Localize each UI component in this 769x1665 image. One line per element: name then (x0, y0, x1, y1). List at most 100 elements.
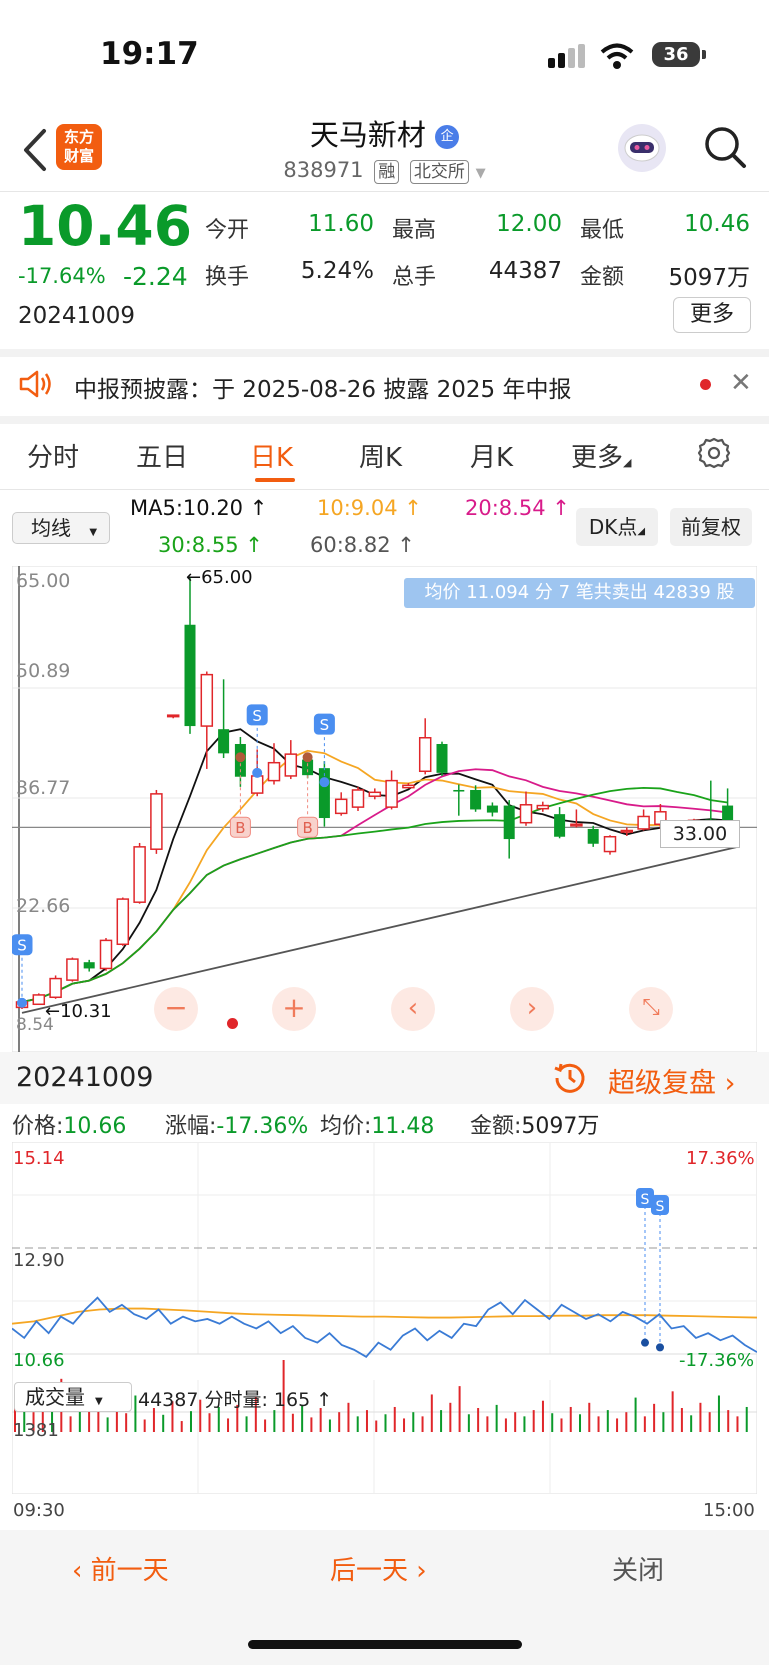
zoom-in-button[interactable]: + (272, 987, 316, 1031)
intraday-pct-top: 17.36% (686, 1148, 755, 1169)
price-label: 价格: (12, 1114, 64, 1139)
open-label: 今开 (205, 218, 250, 243)
settings-gear-icon[interactable] (697, 436, 731, 470)
kline-chart[interactable]: B B S S S (12, 566, 757, 1052)
dropdown-icon: ▼ (89, 527, 98, 538)
chevron-right-icon: › (416, 1556, 427, 1586)
prev-day-button[interactable]: ‹ 前一天 (72, 1550, 169, 1587)
pan-left-button[interactable]: ‹ (391, 987, 435, 1031)
tab-daily-k[interactable]: 日K (250, 437, 293, 474)
candle-body (99, 939, 113, 970)
high-value: 12.00 (496, 211, 562, 237)
speaker-icon (19, 370, 51, 398)
volume-bar (523, 1416, 526, 1432)
average-label: 均价: (320, 1114, 372, 1139)
more-button[interactable]: 更多 (673, 297, 751, 333)
volume-bar (532, 1410, 535, 1432)
margin-tag: 融 (374, 160, 400, 184)
intraday-chart[interactable]: SS (12, 1142, 757, 1494)
replay-label: 超级复盘 (608, 1068, 716, 1099)
candle-body (436, 743, 448, 773)
volume-info: 44387 分时量: 165 ↑ (138, 1389, 333, 1411)
history-clock-icon[interactable] (552, 1060, 588, 1096)
candle-body (267, 761, 281, 782)
active-tab-indicator (255, 478, 295, 482)
ma5-value: MA5:10.20 ↑ (130, 496, 268, 520)
change-percent: -17.64% (18, 264, 106, 288)
candle-body (570, 823, 583, 827)
kline-y-label-50: 50.89 (16, 660, 71, 682)
volume-bar (616, 1418, 619, 1432)
tab-monthly-k[interactable]: 月K (470, 437, 513, 474)
close-notice-icon[interactable]: ✕ (730, 368, 752, 398)
volume-bar (440, 1410, 443, 1432)
pan-right-button[interactable]: › (510, 987, 554, 1031)
tab-intraday[interactable]: 分时 (27, 437, 79, 474)
current-price: 10.46 (18, 194, 192, 258)
volume-bar (384, 1414, 387, 1432)
fullscreen-button[interactable]: ⤡ (629, 987, 673, 1031)
sell-letter: S (641, 1192, 650, 1208)
volume-bar (551, 1413, 554, 1432)
volume-bar (291, 1413, 294, 1432)
volume-bar (88, 1410, 91, 1432)
volume-bar (745, 1406, 748, 1432)
candle-body (284, 753, 298, 777)
wifi-icon (600, 43, 634, 69)
candle-body (334, 798, 348, 815)
stock-code: 838971 (283, 158, 364, 182)
volume-bar (458, 1386, 461, 1432)
tab-more[interactable]: 更多◢ (571, 437, 631, 474)
close-button[interactable]: 关闭 (612, 1550, 664, 1587)
dk-point-button[interactable]: DK点◢ (576, 508, 658, 546)
volume-label: 总手 (392, 265, 437, 290)
volume-bar (680, 1408, 683, 1432)
ma60-value: 60:8.82 ↑ (310, 533, 415, 557)
notice-text[interactable]: 中报预披露：于 2025-08-26 披露 2025 年中报 (74, 370, 571, 404)
volume-bar (106, 1417, 109, 1432)
ma-indicator-select[interactable]: 均线 ▼ (12, 512, 110, 544)
exchange-tag: 北交所 (409, 160, 469, 184)
volume-bar (699, 1402, 702, 1432)
amount-value: 5097万 (668, 265, 750, 291)
volume-bar (365, 1410, 368, 1432)
intraday-y-top: 15.14 (13, 1148, 65, 1169)
volume-bar (541, 1400, 544, 1432)
volume-bar (143, 1419, 146, 1432)
change-amount: -2.24 (123, 262, 188, 291)
volume-bar (245, 1416, 248, 1432)
volume-bar (412, 1412, 415, 1432)
next-day-label: 后一天 (330, 1556, 409, 1586)
ma30-value: 30:8.55 ↑ (158, 533, 263, 557)
search-icon[interactable] (702, 124, 748, 170)
trade-point (641, 1338, 649, 1347)
turnover-value: 5.24% (300, 258, 374, 284)
ma10-value: 10:9.04 ↑ (317, 496, 422, 520)
tab-five-day[interactable]: 五日 (136, 437, 188, 474)
amount-label: 金额 (580, 265, 625, 290)
trade-letter: B (302, 819, 312, 837)
ma60-line (21, 845, 738, 1014)
assistant-robot-icon[interactable] (618, 124, 666, 172)
volume-bar (467, 1414, 470, 1432)
volume-bar (328, 1419, 331, 1432)
volume-indicator-select[interactable]: 成交量 ▼ (14, 1382, 132, 1412)
volume-bar (449, 1402, 452, 1432)
candle-body (503, 805, 515, 840)
dropdown-icon: ▼ (95, 1396, 103, 1407)
adjust-button[interactable]: 前复权 (670, 508, 752, 546)
battery-tip (702, 50, 706, 59)
change-label: 涨幅: (165, 1114, 217, 1139)
open-value: 11.60 (308, 211, 374, 237)
candle-body (250, 775, 264, 794)
zoom-out-button[interactable]: − (154, 987, 198, 1031)
high-label: 最高 (392, 218, 437, 243)
low-marker: ←10.31 (45, 1001, 112, 1022)
dropdown-icon: ▼ (475, 166, 486, 181)
trade-letter: B (235, 819, 245, 837)
change-value: -17.36% (216, 1114, 309, 1139)
volume-bar (727, 1410, 730, 1432)
next-day-button[interactable]: 后一天 › (330, 1550, 427, 1587)
tab-weekly-k[interactable]: 周K (359, 437, 402, 474)
super-replay-link[interactable]: 超级复盘 › (608, 1061, 735, 1100)
